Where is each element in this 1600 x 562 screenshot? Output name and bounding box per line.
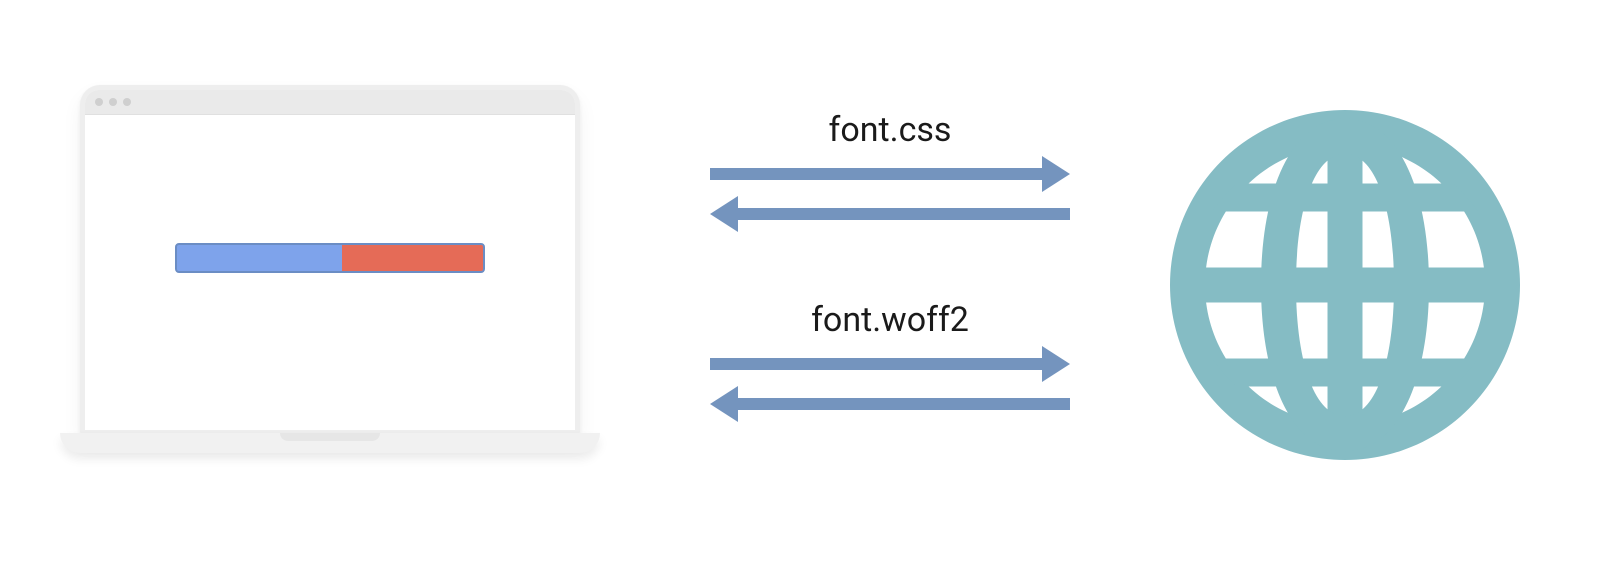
window-dot-icon <box>109 98 117 106</box>
double-arrow-icon <box>710 346 1070 426</box>
browser-window <box>85 90 575 430</box>
window-dot-icon <box>95 98 103 106</box>
arrow-pair-icon <box>710 156 1070 236</box>
diagram-canvas: font.css font.woff2 <box>0 0 1600 562</box>
browser-titlebar <box>85 90 575 115</box>
progress-bar <box>175 243 485 273</box>
laptop-icon <box>60 85 600 485</box>
browser-viewport <box>85 115 575 430</box>
request-label: font.css <box>710 110 1070 150</box>
window-dot-icon <box>123 98 131 106</box>
arrow-pair-icon <box>710 346 1070 426</box>
laptop-lid <box>80 85 580 435</box>
progress-fill <box>342 245 483 271</box>
request-label: font.woff2 <box>710 300 1070 340</box>
laptop-base <box>60 433 600 453</box>
request-arrows-css: font.css <box>710 110 1070 236</box>
double-arrow-icon <box>710 156 1070 236</box>
globe-icon <box>1170 110 1520 460</box>
request-arrows-woff2: font.woff2 <box>710 300 1070 426</box>
